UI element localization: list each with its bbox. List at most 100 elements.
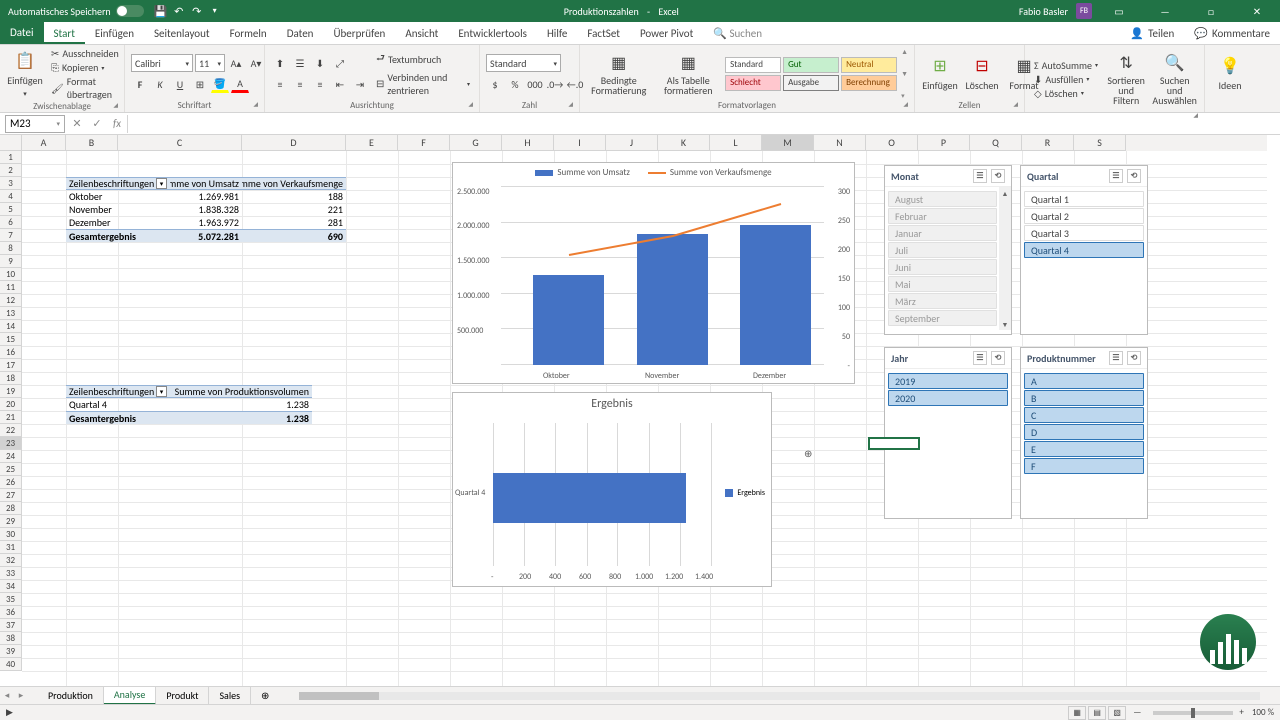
user-avatar[interactable]: FB: [1076, 3, 1092, 19]
slicer-item[interactable]: D: [1024, 424, 1144, 440]
slicer-item[interactable]: 2019: [888, 373, 1008, 389]
styles-scroll-up[interactable]: ▲: [901, 47, 908, 56]
slicer-item[interactable]: September: [888, 310, 997, 326]
row-10[interactable]: 10: [0, 268, 22, 281]
row-8[interactable]: 8: [0, 242, 22, 255]
paste-button[interactable]: 📋Einfügen▾: [6, 47, 44, 101]
align-right-icon[interactable]: ≡: [311, 75, 329, 93]
slicer-item[interactable]: Quartal 4: [1024, 242, 1144, 258]
row-20[interactable]: 20: [0, 398, 22, 411]
align-center-icon[interactable]: ≡: [291, 75, 309, 93]
col-R[interactable]: R: [1022, 135, 1074, 151]
slicer-item[interactable]: März: [888, 293, 997, 309]
decrease-font-icon[interactable]: A▾: [247, 54, 265, 72]
col-B[interactable]: B: [66, 135, 118, 151]
indent-increase-icon[interactable]: ⇥: [351, 75, 369, 93]
row-1[interactable]: 1: [0, 151, 22, 164]
zoom-level[interactable]: 100 %: [1252, 707, 1274, 718]
slicer-multiselect-icon[interactable]: ☰: [1109, 351, 1123, 365]
row-30[interactable]: 30: [0, 528, 22, 541]
row-23[interactable]: 23: [0, 437, 22, 450]
record-macro-icon[interactable]: ▶: [6, 707, 13, 718]
tab-seitenlayout[interactable]: Seitenlayout: [144, 23, 220, 44]
font-name-select[interactable]: Calibri▾: [131, 54, 193, 72]
slicer-clear-icon[interactable]: ⟲: [1127, 351, 1141, 365]
col-I[interactable]: I: [554, 135, 606, 151]
slicer-scroll-up[interactable]: ▲: [999, 187, 1011, 199]
autosave-toggle[interactable]: [116, 5, 144, 17]
row-7[interactable]: 7: [0, 229, 22, 242]
italic-button[interactable]: K: [151, 75, 169, 93]
align-bottom-icon[interactable]: ⬇: [311, 54, 329, 72]
slicer-jahr[interactable]: Jahr☰⟲ 2019 2020: [884, 347, 1012, 519]
pivot1-filter-icon[interactable]: ▾: [156, 178, 167, 189]
row-28[interactable]: 28: [0, 502, 22, 515]
ribbon-display-icon[interactable]: ▭: [1100, 0, 1138, 22]
slicer-item[interactable]: 2020: [888, 390, 1008, 406]
bold-button[interactable]: F: [131, 75, 149, 93]
row-21[interactable]: 21: [0, 411, 22, 424]
view-page-break-icon[interactable]: ▧: [1108, 706, 1126, 720]
row-34[interactable]: 34: [0, 580, 22, 593]
slicer-item[interactable]: E: [1024, 441, 1144, 457]
styles-more[interactable]: ▾: [901, 91, 908, 100]
currency-icon[interactable]: $: [486, 75, 504, 93]
slicer-clear-icon[interactable]: ⟲: [991, 169, 1005, 183]
conditional-formatting-button[interactable]: ▦Bedingte Formatierung: [586, 47, 651, 100]
slicer-clear-icon[interactable]: ⟲: [991, 351, 1005, 365]
row-22[interactable]: 22: [0, 424, 22, 437]
increase-decimal-icon[interactable]: .0→: [546, 75, 564, 93]
minimize-button[interactable]: —: [1146, 0, 1184, 22]
font-size-select[interactable]: 11▾: [195, 54, 225, 72]
row-29[interactable]: 29: [0, 515, 22, 528]
percent-icon[interactable]: %: [506, 75, 524, 93]
col-A[interactable]: A: [22, 135, 66, 151]
sort-filter-button[interactable]: ⇅Sortieren und Filtern: [1105, 47, 1147, 111]
row-15[interactable]: 15: [0, 333, 22, 346]
styles-scroll-down[interactable]: ▼: [901, 69, 908, 78]
col-M[interactable]: M: [762, 135, 814, 151]
orientation-icon[interactable]: ⤢: [331, 54, 349, 72]
align-top-icon[interactable]: ⬆: [271, 54, 289, 72]
slicer-item[interactable]: Januar: [888, 225, 997, 241]
row-26[interactable]: 26: [0, 476, 22, 489]
increase-font-icon[interactable]: A▴: [227, 54, 245, 72]
sheet-nav-prev[interactable]: ▸: [14, 690, 28, 701]
style-standard[interactable]: Standard: [725, 57, 781, 73]
clear-button[interactable]: ◇ Löschen ▾: [1031, 87, 1101, 100]
col-L[interactable]: L: [710, 135, 762, 151]
col-S[interactable]: S: [1074, 135, 1126, 151]
row-25[interactable]: 25: [0, 463, 22, 476]
horizontal-scrollbar[interactable]: [299, 690, 1260, 702]
row-40[interactable]: 40: [0, 658, 22, 671]
style-gut[interactable]: Gut: [783, 57, 839, 73]
maximize-button[interactable]: □: [1192, 0, 1230, 22]
slicer-item[interactable]: Juli: [888, 242, 997, 258]
font-color-button[interactable]: A: [231, 75, 249, 93]
row-35[interactable]: 35: [0, 593, 22, 606]
col-E[interactable]: E: [346, 135, 398, 151]
col-D[interactable]: D: [242, 135, 346, 151]
qat-customize-icon[interactable]: ▾: [206, 2, 224, 20]
redo-icon[interactable]: ↷: [188, 2, 206, 20]
zoom-slider[interactable]: [1153, 711, 1233, 715]
share-button[interactable]: 👤 Teilen: [1120, 23, 1184, 44]
ideas-button[interactable]: 💡Ideen: [1211, 47, 1249, 100]
merge-center-button[interactable]: ⊟ Verbinden und zentrieren ▾: [373, 71, 473, 97]
slicer-item[interactable]: C: [1024, 407, 1144, 423]
select-all-button[interactable]: [0, 135, 22, 151]
row-6[interactable]: 6: [0, 216, 22, 229]
style-ausgabe[interactable]: Ausgabe: [783, 75, 839, 91]
col-H[interactable]: H: [502, 135, 554, 151]
border-button[interactable]: ⊞: [191, 75, 209, 93]
fill-button[interactable]: ⬇ Ausfüllen ▾: [1031, 73, 1101, 86]
col-O[interactable]: O: [866, 135, 918, 151]
chart-ergebnis[interactable]: Ergebnis Quartal 4 Ergebnis - 200 400 60…: [452, 392, 772, 587]
save-icon[interactable]: 💾: [152, 2, 170, 20]
row-16[interactable]: 16: [0, 346, 22, 359]
tab-ansicht[interactable]: Ansicht: [395, 23, 448, 44]
style-berechnung[interactable]: Berechnung: [841, 75, 897, 91]
row-18[interactable]: 18: [0, 372, 22, 385]
view-page-layout-icon[interactable]: ▤: [1088, 706, 1106, 720]
col-N[interactable]: N: [814, 135, 866, 151]
